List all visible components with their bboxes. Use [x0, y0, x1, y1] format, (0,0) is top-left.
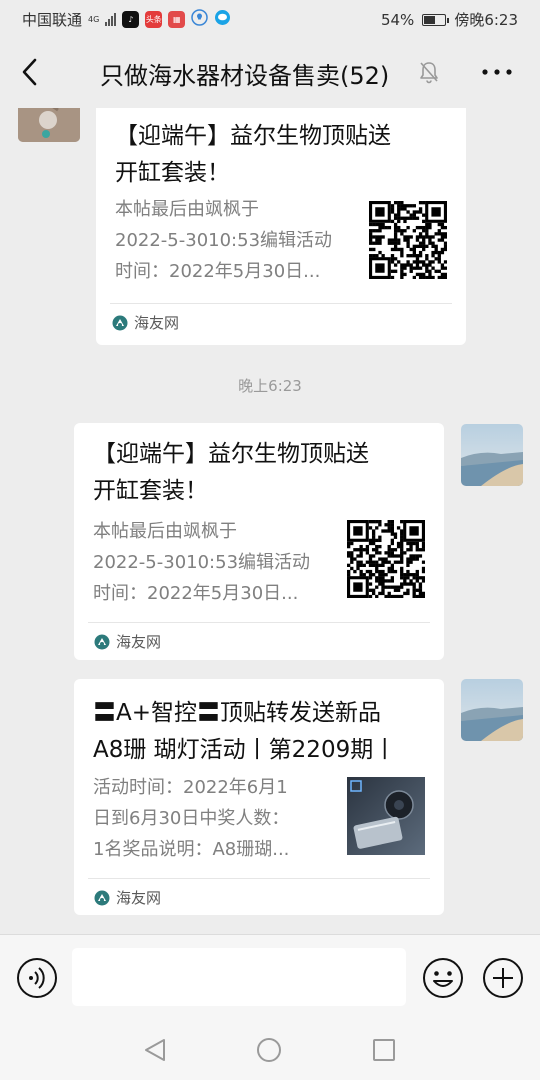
card-desc-line: 本帖最后由飒枫于 — [93, 521, 237, 542]
card-desc-line: 时间：2022年5月30日... — [115, 261, 321, 282]
network-type: 4G — [88, 14, 100, 24]
source-name: 海友网 — [134, 314, 180, 332]
link-card[interactable]: 【迎端午】益尔生物顶贴送 开缸套装！ 本帖最后由飒枫于 2022-5-3010:… — [74, 423, 444, 660]
nav-home-icon[interactable] — [256, 1037, 282, 1063]
signal-icon — [105, 13, 117, 26]
card-title-line: 【迎端午】益尔生物顶贴送 — [115, 123, 391, 149]
message-input[interactable] — [72, 948, 406, 1006]
nav-recent-icon[interactable] — [372, 1038, 396, 1062]
card-desc-line: 2022-5-3010:53编辑活动 — [115, 230, 333, 251]
source-name: 海友网 — [116, 889, 162, 907]
toutiao-icon: 头条 — [145, 11, 163, 28]
card-desc-line: 活动时间：2022年6月1 — [93, 777, 288, 798]
link-card[interactable]: 〓A+智控〓顶贴转发送新品 A8珊 瑚灯活动丨第2209期丨 活动时间：2022… — [74, 679, 444, 915]
message-timestamp: 晚上6:23 — [238, 377, 302, 395]
card-title: 【迎端午】益尔生物顶贴送 开缸套装！ — [115, 118, 455, 192]
my-avatar[interactable] — [461, 424, 523, 486]
qr-code-thumbnail — [369, 201, 447, 279]
card-desc-line: 日到6月30日中奖人数： — [93, 808, 290, 829]
my-avatar[interactable] — [461, 679, 523, 741]
card-description: 活动时间：2022年6月1 日到6月30日中奖人数： 1名奖品说明：A8珊瑚..… — [93, 772, 333, 865]
clock: 傍晚6:23 — [454, 11, 518, 29]
status-bar: 中国联通 4G ♪ 头条 ▦ 54% 傍晚6:23 — [0, 0, 540, 36]
card-source: 海友网 — [112, 312, 179, 333]
source-name: 海友网 — [116, 633, 162, 651]
card-desc-line: 1名奖品说明：A8珊瑚... — [93, 839, 290, 860]
card-desc-line: 本帖最后由飒枫于 — [115, 199, 259, 220]
chat-header: 只做海水器材设备售卖(52) — [0, 36, 540, 108]
card-source: 海友网 — [94, 887, 161, 908]
card-desc-line: 2022-5-3010:53编辑活动 — [93, 552, 311, 573]
tiktok-icon: ♪ — [122, 11, 140, 28]
battery-fill — [424, 15, 435, 24]
emoji-icon[interactable] — [422, 957, 464, 999]
card-description: 本帖最后由飒枫于 2022-5-3010:53编辑活动 时间：2022年5月30… — [115, 194, 355, 287]
card-title-line: 【迎端午】益尔生物顶贴送 — [93, 441, 369, 467]
link-card[interactable]: 【迎端午】益尔生物顶贴送 开缸套装！ 本帖最后由飒枫于 2022-5-3010:… — [96, 108, 466, 345]
bulb-icon — [191, 9, 209, 30]
source-app-icon — [94, 634, 110, 649]
card-description: 本帖最后由飒枫于 2022-5-3010:53编辑活动 时间：2022年5月30… — [93, 516, 333, 609]
card-source: 海友网 — [94, 631, 161, 652]
card-desc-line: 时间：2022年5月30日... — [93, 583, 299, 604]
card-title-line: 开缸套装！ — [93, 478, 208, 504]
card-divider — [110, 303, 452, 304]
chat-icon — [214, 9, 231, 30]
plus-icon[interactable] — [482, 957, 524, 999]
card-title-line: A8珊 瑚灯活动丨第2209期丨 — [93, 737, 397, 763]
card-title-line: 〓A+智控〓顶贴转发送新品 — [93, 700, 382, 726]
chat-title: 只做海水器材设备售卖(52) — [100, 62, 390, 90]
mute-bell-icon — [420, 62, 438, 84]
qr-code-thumbnail — [347, 520, 425, 598]
carrier-label: 中国联通 — [22, 11, 83, 29]
battery-percent: 54% — [380, 10, 415, 29]
card-title: 【迎端午】益尔生物顶贴送 开缸套装！ — [93, 436, 433, 510]
system-nav-bar — [0, 1020, 540, 1080]
more-icon[interactable] — [480, 62, 514, 82]
message-list[interactable]: 【迎端午】益尔生物顶贴送 开缸套装！ 本帖最后由飒枫于 2022-5-3010:… — [0, 108, 540, 934]
nav-back-icon[interactable] — [142, 1037, 168, 1063]
card-divider — [88, 622, 430, 623]
back-icon[interactable] — [20, 58, 40, 86]
sender-avatar[interactable] — [18, 108, 80, 142]
card-title-line: 开缸套装！ — [115, 160, 230, 186]
voice-icon[interactable] — [16, 957, 58, 999]
product-image-thumbnail — [347, 777, 425, 855]
source-app-icon — [94, 890, 110, 905]
card-title: 〓A+智控〓顶贴转发送新品 A8珊 瑚灯活动丨第2209期丨 — [93, 695, 438, 769]
news-icon: ▦ — [168, 11, 186, 28]
source-app-icon — [112, 315, 128, 330]
battery-icon — [422, 13, 450, 26]
card-divider — [88, 878, 430, 879]
input-bar — [0, 934, 540, 1021]
